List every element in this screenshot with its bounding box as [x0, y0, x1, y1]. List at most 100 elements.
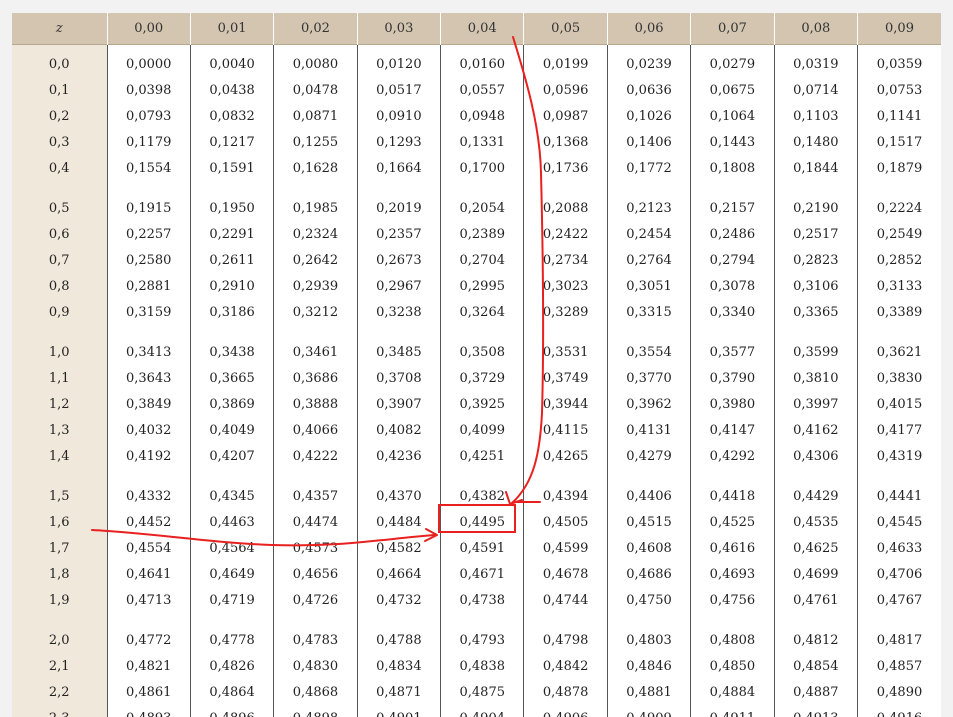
- column-header: 0,09: [857, 13, 941, 45]
- probability-cell: 0,3643: [106, 365, 191, 391]
- probability-cell: 0,0636: [606, 77, 691, 103]
- probability-cell: 0,4251: [440, 443, 524, 469]
- probability-cell: 0,2224: [857, 181, 941, 221]
- probability-cell: 0,4767: [857, 587, 941, 613]
- probability-cell: 0,4192: [106, 443, 191, 469]
- z-value-cell: 0,8: [12, 273, 107, 299]
- probability-cell: 0,2190: [773, 181, 858, 221]
- header-row: z 0,00 0,01 0,02 0,03 0,04 0,05 0,06 0,07 0,08 0,…: [12, 13, 941, 45]
- probability-cell: 0,4591: [440, 535, 524, 561]
- table-row: 0,7 0,2580 0,2611 0,2642 0,2673 0,2704 0,2734 0…: [12, 247, 941, 273]
- probability-cell: 0,3413: [106, 325, 191, 365]
- probability-cell: 0,1664: [356, 155, 441, 181]
- probability-cell: 0,2823: [773, 247, 858, 273]
- probability-cell: 0,4817: [857, 613, 941, 653]
- probability-cell: 0,3729: [440, 365, 524, 391]
- table-header: z 0,00 0,01 0,02 0,03 0,04 0,05 0,06 0,07 0,08 0,…: [12, 13, 941, 45]
- probability-cell: 0,3888: [273, 391, 358, 417]
- probability-cell: 0,1331: [440, 129, 524, 155]
- probability-cell: 0,4452: [106, 509, 191, 535]
- probability-cell: 0,0557: [440, 77, 524, 103]
- probability-cell: 0,1141: [857, 103, 941, 129]
- table-row: 2,0 0,4772 0,4778 0,4783 0,4788 0,4793 0,4798 0…: [12, 613, 941, 653]
- probability-cell: 0,4495: [440, 509, 524, 535]
- probability-cell: 0,4744: [523, 587, 608, 613]
- probability-cell: 0,1808: [690, 155, 775, 181]
- probability-cell: 0,4505: [523, 509, 608, 535]
- probability-cell: 0,4750: [606, 587, 691, 613]
- probability-cell: 0,1736: [523, 155, 608, 181]
- probability-cell: 0,4049: [189, 417, 274, 443]
- z-value-cell: 2,3: [12, 705, 107, 717]
- table-row: 1,2 0,3849 0,3869 0,3888 0,3907 0,3925 0,3944 0…: [12, 391, 941, 417]
- probability-cell: 0,4474: [273, 509, 358, 535]
- probability-cell: 0,4719: [189, 587, 274, 613]
- probability-cell: 0,3665: [189, 365, 274, 391]
- probability-cell: 0,4864: [189, 679, 274, 705]
- column-header: 0,00: [106, 13, 191, 45]
- probability-cell: 0,2704: [440, 247, 524, 273]
- probability-cell: 0,4625: [773, 535, 858, 561]
- probability-cell: 0,3708: [356, 365, 441, 391]
- probability-cell: 0,4484: [356, 509, 441, 535]
- table-row: 0,4 0,1554 0,1591 0,1628 0,1664 0,1700 0,1736 0…: [12, 155, 941, 181]
- probability-cell: 0,4463: [189, 509, 274, 535]
- probability-cell: 0,2734: [523, 247, 608, 273]
- column-header: 0,04: [440, 13, 524, 45]
- z-value-cell: 0,7: [12, 247, 107, 273]
- probability-cell: 0,4793: [440, 613, 524, 653]
- column-header: 0,06: [606, 13, 691, 45]
- probability-cell: 0,4582: [356, 535, 441, 561]
- probability-cell: 0,2517: [773, 221, 858, 247]
- probability-cell: 0,4082: [356, 417, 441, 443]
- probability-cell: 0,3106: [773, 273, 858, 299]
- table-row: 1,6 0,4452 0,4463 0,4474 0,4484 0,4495 0,4505 0…: [12, 509, 941, 535]
- table-row: 0,8 0,2881 0,2910 0,2939 0,2967 0,2995 0,3023 0…: [12, 273, 941, 299]
- probability-cell: 0,2054: [440, 181, 524, 221]
- probability-cell: 0,1517: [857, 129, 941, 155]
- z-value-cell: 0,0: [12, 44, 107, 77]
- probability-cell: 0,1406: [606, 129, 691, 155]
- probability-cell: 0,4664: [356, 561, 441, 587]
- probability-cell: 0,0319: [773, 44, 858, 77]
- probability-cell: 0,4893: [106, 705, 191, 717]
- probability-cell: 0,4671: [440, 561, 524, 587]
- probability-cell: 0,1628: [273, 155, 358, 181]
- probability-cell: 0,4656: [273, 561, 358, 587]
- probability-cell: 0,4898: [273, 705, 358, 717]
- probability-cell: 0,4236: [356, 443, 441, 469]
- probability-cell: 0,4686: [606, 561, 691, 587]
- probability-cell: 0,0832: [189, 103, 274, 129]
- z-value-cell: 1,1: [12, 365, 107, 391]
- probability-cell: 0,4345: [189, 469, 274, 509]
- z-value-cell: 2,0: [12, 613, 107, 653]
- probability-cell: 0,4382: [440, 469, 524, 509]
- probability-cell: 0,3133: [857, 273, 941, 299]
- probability-cell: 0,4808: [690, 613, 775, 653]
- probability-cell: 0,2157: [690, 181, 775, 221]
- probability-cell: 0,4783: [273, 613, 358, 653]
- probability-cell: 0,2123: [606, 181, 691, 221]
- probability-cell: 0,4788: [356, 613, 441, 653]
- table-row: 2,2 0,4861 0,4864 0,4868 0,4871 0,4875 0,4878 0…: [12, 679, 941, 705]
- probability-cell: 0,4738: [440, 587, 524, 613]
- table-body: 0,0 0,0000 0,0040 0,0080 0,0120 0,0160 0,0199 0…: [12, 44, 941, 717]
- probability-cell: 0,2257: [106, 221, 191, 247]
- probability-cell: 0,4535: [773, 509, 858, 535]
- probability-cell: 0,3997: [773, 391, 858, 417]
- probability-cell: 0,1591: [189, 155, 274, 181]
- probability-cell: 0,2019: [356, 181, 441, 221]
- probability-cell: 0,0000: [106, 44, 191, 77]
- probability-cell: 0,4115: [523, 417, 608, 443]
- probability-cell: 0,3365: [773, 299, 858, 325]
- probability-cell: 0,1844: [773, 155, 858, 181]
- probability-cell: 0,0398: [106, 77, 191, 103]
- table-row: 2,30,48930,48960,48980,49010,49040,49060…: [12, 705, 941, 717]
- probability-cell: 0,4881: [606, 679, 691, 705]
- probability-cell: 0,3907: [356, 391, 441, 417]
- probability-cell: 0,3485: [356, 325, 441, 365]
- z-value-cell: 1,0: [12, 325, 107, 365]
- probability-cell: 0,3508: [440, 325, 524, 365]
- probability-cell: 0,4319: [857, 443, 941, 469]
- probability-cell: 0,3810: [773, 365, 858, 391]
